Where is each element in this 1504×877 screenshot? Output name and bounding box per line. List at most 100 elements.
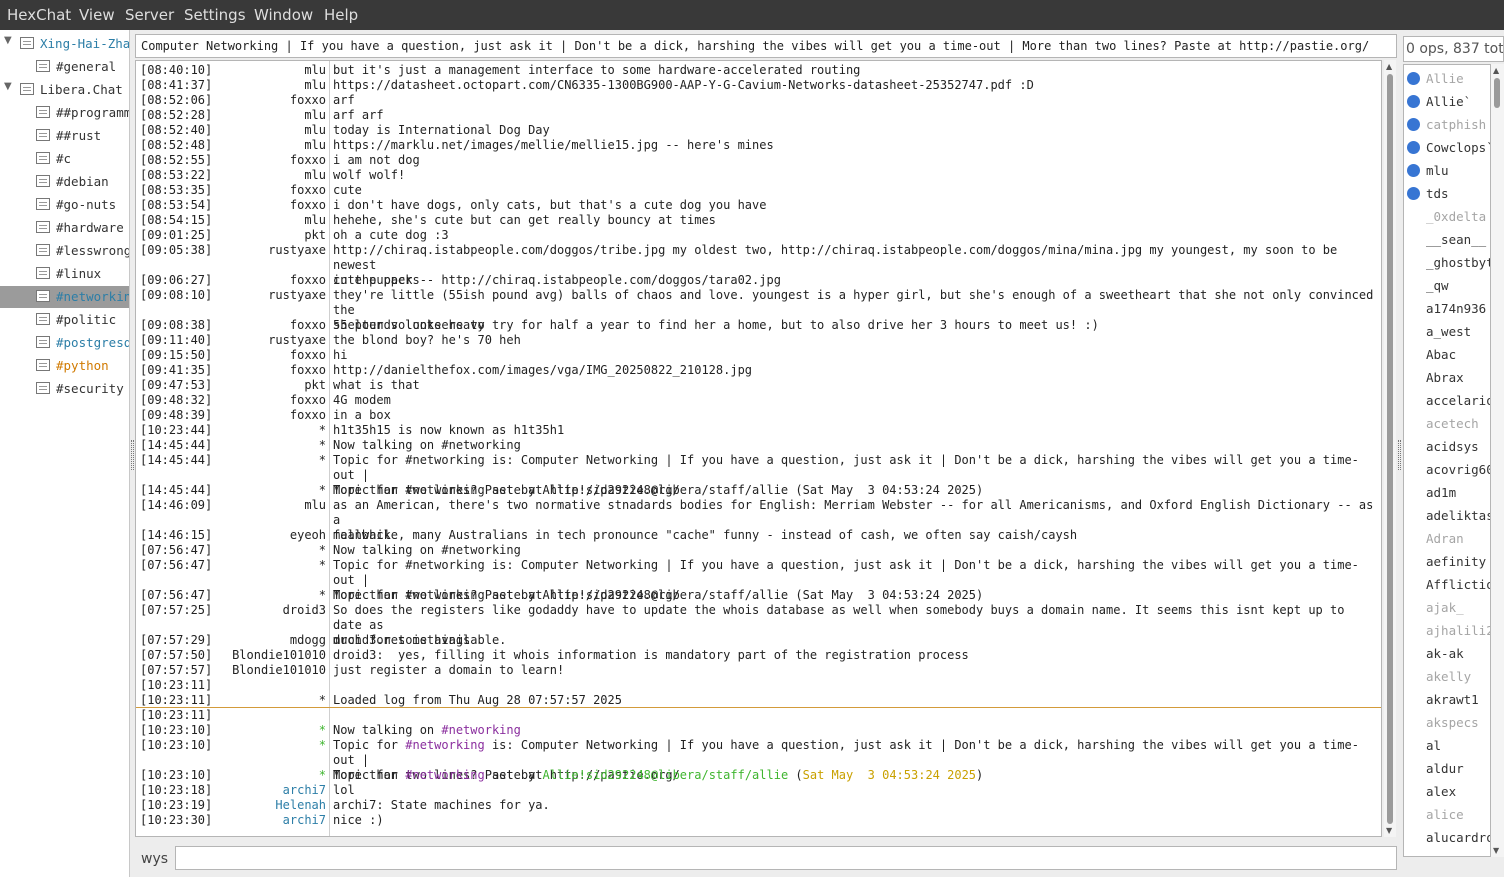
user-list-item[interactable]: accelario: [1404, 389, 1490, 412]
nick[interactable]: foxxo: [220, 273, 326, 287]
scroll-up-icon[interactable]: ▲: [1386, 62, 1392, 71]
nick[interactable]: droid3: [220, 603, 326, 617]
user-list-scrollbar[interactable]: ▲ ▼: [1491, 64, 1504, 857]
chat-scrollbar-thumb[interactable]: [1387, 74, 1393, 824]
nick[interactable]: mlu: [220, 138, 326, 152]
chat-scrollbar[interactable]: ▲ ▼: [1384, 60, 1396, 837]
nick[interactable]: archi7: [220, 813, 326, 827]
user-list-item[interactable]: acidsys: [1404, 435, 1490, 458]
user-list-item[interactable]: adeliktas: [1404, 504, 1490, 527]
tree-channel-rust[interactable]: ##rust: [0, 125, 129, 147]
tree-channel-security[interactable]: #security: [0, 378, 129, 400]
user-list-item[interactable]: aefinity: [1404, 550, 1490, 573]
user-list-item[interactable]: ajak_: [1404, 596, 1490, 619]
user-list-item[interactable]: mlu: [1404, 159, 1490, 182]
message-fragment[interactable]: #networking: [441, 723, 520, 737]
user-list-item[interactable]: __sean__: [1404, 228, 1490, 251]
message-input[interactable]: [175, 846, 1397, 870]
nick[interactable]: mlu: [220, 213, 326, 227]
nick[interactable]: mlu: [220, 123, 326, 137]
message-fragment[interactable]: Allie!sid292248@libera/staff/allie: [543, 768, 789, 782]
user-list-item[interactable]: _qw: [1404, 274, 1490, 297]
nick[interactable]: eyeoh: [220, 528, 326, 542]
user-list-item[interactable]: acetech: [1404, 412, 1490, 435]
nick[interactable]: foxxo: [220, 363, 326, 377]
nick[interactable]: Blondie101010: [220, 648, 326, 662]
pane-resize-handle-left[interactable]: [131, 440, 134, 470]
nick[interactable]: foxxo: [220, 93, 326, 107]
tree-channel-c[interactable]: #c: [0, 148, 129, 170]
tree-channel-programming[interactable]: ##programming: [0, 102, 129, 124]
nick[interactable]: rustyaxe: [220, 333, 326, 347]
nick[interactable]: mlu: [220, 78, 326, 92]
user-list-scrollbar-thumb[interactable]: [1494, 78, 1500, 108]
user-list-item[interactable]: _0xdelta: [1404, 205, 1490, 228]
scroll-down-icon[interactable]: ▼: [1386, 826, 1392, 835]
pane-resize-handle-right[interactable]: [1398, 440, 1401, 470]
user-list-item[interactable]: akelly: [1404, 665, 1490, 688]
tree-channel-python[interactable]: #python: [0, 355, 129, 377]
scroll-down-icon[interactable]: ▼: [1493, 846, 1499, 855]
user-list-item[interactable]: alucardromero: [1404, 826, 1490, 849]
user-list-item[interactable]: Affliction: [1404, 573, 1490, 596]
expand-arrow-icon[interactable]: ▼: [4, 35, 12, 46]
user-list-item[interactable]: _ghostbyte: [1404, 251, 1490, 274]
nick[interactable]: Blondie101010: [220, 663, 326, 677]
user-list-item[interactable]: akspecs: [1404, 711, 1490, 734]
topic-bar[interactable]: Computer Networking | If you have a ques…: [135, 34, 1397, 58]
tree-channel-postgresql[interactable]: #postgresql: [0, 332, 129, 354]
nick[interactable]: mdogg: [220, 633, 326, 647]
tree-channel-gonuts[interactable]: #go-nuts: [0, 194, 129, 216]
user-list-item[interactable]: Allie`: [1404, 90, 1490, 113]
tree-channel-networking[interactable]: #networking: [0, 286, 129, 308]
message-fragment[interactable]: #networking: [405, 738, 484, 752]
nick-button[interactable]: wys: [141, 851, 168, 867]
tree-channel-linux[interactable]: #linux: [0, 263, 129, 285]
nick[interactable]: Helenah: [220, 798, 326, 812]
nick[interactable]: foxxo: [220, 153, 326, 167]
message-fragment[interactable]: Sat May 3 04:53:24 2025: [803, 768, 976, 782]
tree-server-xinghaizhan[interactable]: ▼ Xing-Hai-Zhan: [0, 33, 129, 55]
user-list-item[interactable]: ak-ak: [1404, 642, 1490, 665]
nick[interactable]: foxxo: [220, 198, 326, 212]
user-list[interactable]: Allie Allie` catphish Cowclops` mlu tds _0xdel…: [1403, 64, 1491, 857]
tree-channel-debian[interactable]: #debian: [0, 171, 129, 193]
nick[interactable]: foxxo: [220, 393, 326, 407]
user-list-item[interactable]: Abrax: [1404, 366, 1490, 389]
menu-server[interactable]: Server: [125, 6, 174, 24]
nick[interactable]: mlu: [220, 108, 326, 122]
user-list-item[interactable]: tds: [1404, 182, 1490, 205]
user-list-item[interactable]: ad1m: [1404, 481, 1490, 504]
user-list-item[interactable]: Cowclops`: [1404, 136, 1490, 159]
user-list-item[interactable]: a174n936: [1404, 297, 1490, 320]
menu-settings[interactable]: Settings: [184, 6, 246, 24]
nick[interactable]: foxxo: [220, 183, 326, 197]
nick[interactable]: rustyaxe: [220, 243, 326, 257]
tree-channel-general[interactable]: #general: [0, 56, 129, 78]
user-list-item[interactable]: al: [1404, 734, 1490, 757]
tree-channel-politic[interactable]: #politic: [0, 309, 129, 331]
user-list-item[interactable]: akrawt1: [1404, 688, 1490, 711]
menu-help[interactable]: Help: [324, 6, 358, 24]
tree-channel-hardware[interactable]: #hardware: [0, 217, 129, 239]
menu-view[interactable]: View: [79, 6, 115, 24]
nick[interactable]: archi7: [220, 783, 326, 797]
message-fragment[interactable]: #networking: [405, 768, 484, 782]
user-list-item[interactable]: a_west: [1404, 320, 1490, 343]
nick[interactable]: mlu: [220, 63, 326, 77]
menu-hexchat[interactable]: HexChat: [7, 6, 71, 24]
nick[interactable]: mlu: [220, 168, 326, 182]
nick[interactable]: foxxo: [220, 348, 326, 362]
tree-channel-lesswrong[interactable]: #lesswrong: [0, 240, 129, 262]
menu-window[interactable]: Window: [254, 6, 313, 24]
user-list-item[interactable]: Allie: [1404, 67, 1490, 90]
expand-arrow-icon[interactable]: ▼: [4, 81, 12, 92]
user-list-item[interactable]: aldur: [1404, 757, 1490, 780]
nick[interactable]: pkt: [220, 228, 326, 242]
user-list-item[interactable]: catphish: [1404, 113, 1490, 136]
tree-server-liberachat[interactable]: ▼ Libera.Chat: [0, 79, 129, 101]
user-list-item[interactable]: alex: [1404, 780, 1490, 803]
scroll-up-icon[interactable]: ▲: [1493, 66, 1499, 75]
user-list-item[interactable]: alice: [1404, 803, 1490, 826]
nick[interactable]: mlu: [220, 498, 326, 512]
